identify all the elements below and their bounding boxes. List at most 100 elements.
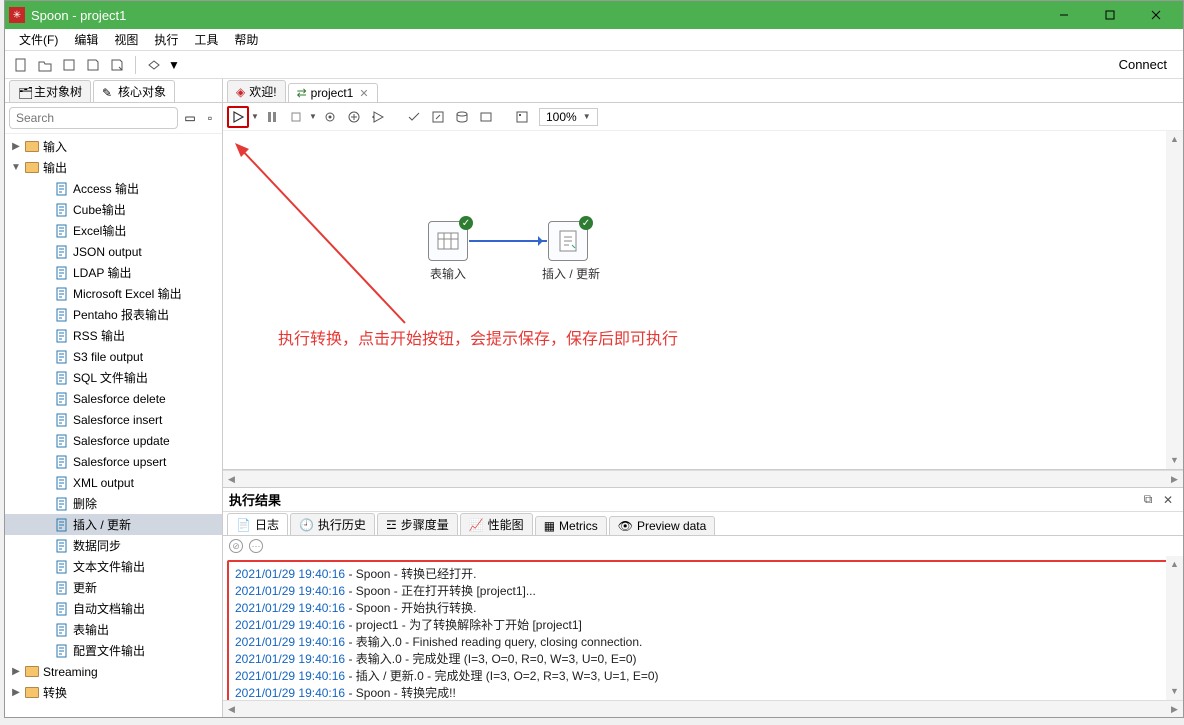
menu-view[interactable]: 视图 — [106, 31, 146, 48]
step-label-insert-update: 插入 / 更新 — [531, 265, 611, 282]
tree-item[interactable]: 自动文档输出 — [5, 598, 222, 619]
tree-item[interactable]: RSS 输出 — [5, 325, 222, 346]
tree-item[interactable]: Microsoft Excel 输出 — [5, 283, 222, 304]
verify-button[interactable] — [403, 106, 425, 128]
main-toolbar: ▼ Connect — [5, 51, 1183, 79]
log-hscroll[interactable]: ◀▶ — [223, 700, 1183, 717]
rtab-step-metrics[interactable]: ☲步骤度量 — [377, 513, 458, 535]
sidebar: 🗂主对象树 ✎核心对象 ▭ ▫ ▶输入▼输出Access 输出Cube输出Exc… — [5, 79, 223, 717]
tree-item[interactable]: 插入 / 更新 — [5, 514, 222, 535]
tree-item[interactable]: 删除 — [5, 493, 222, 514]
run-button[interactable] — [227, 106, 249, 128]
close-results-icon[interactable]: ✕ — [1159, 491, 1177, 509]
results-tabs: 📄日志 🕘执行历史 ☲步骤度量 📈性能图 ▦Metrics 👁Preview d… — [223, 512, 1183, 536]
app-icon: ✳ — [9, 7, 25, 23]
log-line: 2021/01/29 19:40:16 - Spoon - 开始执行转换. — [235, 600, 1171, 617]
tree-item[interactable]: 数据同步 — [5, 535, 222, 556]
run-dropdown[interactable]: ▼ — [251, 112, 259, 121]
tree-folder-streaming[interactable]: ▶Streaming — [5, 661, 222, 682]
sql-button[interactable] — [451, 106, 473, 128]
tree-folder-output[interactable]: ▼输出 — [5, 157, 222, 178]
menu-file[interactable]: 文件(F) — [11, 31, 66, 48]
stop-button[interactable] — [285, 106, 307, 128]
folder-icon — [25, 141, 39, 152]
tree-item[interactable]: Salesforce delete — [5, 388, 222, 409]
tab-welcome[interactable]: ◈欢迎! — [227, 80, 286, 102]
tab-core-objects[interactable]: ✎核心对象 — [93, 80, 175, 102]
save-button[interactable] — [83, 55, 103, 75]
explore-button[interactable] — [59, 55, 79, 75]
tree-item[interactable]: 文本文件输出 — [5, 556, 222, 577]
preview-button[interactable] — [319, 106, 341, 128]
rtab-log[interactable]: 📄日志 — [227, 513, 288, 535]
object-tree[interactable]: ▶输入▼输出Access 输出Cube输出Excel输出JSON outputL… — [5, 134, 222, 717]
impact-button[interactable] — [427, 106, 449, 128]
expand-all-button[interactable]: ▭ — [182, 109, 198, 127]
explore-db-button[interactable] — [475, 106, 497, 128]
minimize-button[interactable] — [1041, 1, 1087, 29]
insert-update-icon — [556, 229, 580, 253]
rtab-preview[interactable]: 👁Preview data — [609, 516, 716, 535]
tree-item[interactable]: Access 输出 — [5, 178, 222, 199]
log-settings-button[interactable]: ⋯ — [249, 539, 263, 553]
canvas-vscroll[interactable]: ▲▼ — [1166, 131, 1183, 469]
tree-item[interactable]: Salesforce upsert — [5, 451, 222, 472]
menu-help[interactable]: 帮助 — [226, 31, 266, 48]
maximize-button[interactable] — [1087, 1, 1133, 29]
tree-item[interactable]: Salesforce insert — [5, 409, 222, 430]
tree-item[interactable]: SQL 文件输出 — [5, 367, 222, 388]
saveas-button[interactable] — [107, 55, 127, 75]
tab-main-tree[interactable]: 🗂主对象树 — [9, 80, 91, 102]
step-insert-update[interactable]: ✓ — [548, 221, 588, 261]
debug-button[interactable] — [343, 106, 365, 128]
log-vscroll[interactable]: ▲▼ — [1166, 556, 1183, 700]
log-line: 2021/01/29 19:40:16 - 插入 / 更新.0 - 完成处理 (… — [235, 668, 1171, 685]
perspective-button[interactable] — [144, 55, 164, 75]
menu-edit[interactable]: 编辑 — [66, 31, 106, 48]
new-file-button[interactable] — [11, 55, 31, 75]
close-button[interactable] — [1133, 1, 1179, 29]
close-tab-icon[interactable]: ✕ — [359, 87, 368, 100]
tree-item[interactable]: Cube输出 — [5, 199, 222, 220]
menu-tools[interactable]: 工具 — [186, 31, 226, 48]
tree-item[interactable]: JSON output — [5, 241, 222, 262]
connect-button[interactable]: Connect — [1109, 57, 1177, 72]
tree-item[interactable]: Pentaho 报表输出 — [5, 304, 222, 325]
tree-item[interactable]: 更新 — [5, 577, 222, 598]
open-button[interactable] — [35, 55, 55, 75]
sidebar-tabs: 🗂主对象树 ✎核心对象 — [5, 79, 222, 103]
step-icon — [55, 581, 69, 595]
rtab-metrics[interactable]: ▦Metrics — [535, 516, 607, 535]
rtab-perf[interactable]: 📈性能图 — [460, 513, 533, 535]
tree-item[interactable]: S3 file output — [5, 346, 222, 367]
tree-folder-transform[interactable]: ▶转换 — [5, 682, 222, 703]
log-body[interactable]: 2021/01/29 19:40:16 - Spoon - 转换已经打开.202… — [223, 556, 1183, 700]
step-icon — [55, 518, 69, 532]
chart-icon: 📈 — [469, 518, 484, 532]
tab-project1[interactable]: ⇄project1✕ — [288, 83, 378, 102]
step-icon — [55, 224, 69, 238]
detach-icon[interactable]: ⧉ — [1139, 491, 1157, 509]
tree-item[interactable]: Excel输出 — [5, 220, 222, 241]
replay-button[interactable] — [367, 106, 389, 128]
pause-button[interactable] — [261, 106, 283, 128]
rtab-history[interactable]: 🕘执行历史 — [290, 513, 375, 535]
tree-item[interactable]: 配置文件输出 — [5, 640, 222, 661]
hop-arrow[interactable] — [469, 240, 547, 242]
tree-folder-input[interactable]: ▶输入 — [5, 136, 222, 157]
zoom-select[interactable]: 100%▼ — [539, 108, 598, 126]
show-results-button[interactable] — [511, 106, 533, 128]
menu-run[interactable]: 执行 — [146, 31, 186, 48]
search-input[interactable] — [9, 107, 178, 129]
tree-item[interactable]: XML output — [5, 472, 222, 493]
tree-item[interactable]: LDAP 输出 — [5, 262, 222, 283]
canvas-hscroll[interactable]: ◀▶ — [223, 470, 1183, 487]
canvas[interactable]: ✓ 表输入 ✓ 插入 / 更新 执行转换，点击开始按钮，会提示保存，保存后即可执… — [223, 131, 1183, 470]
step-icon — [55, 182, 69, 196]
tree-item[interactable]: Salesforce update — [5, 430, 222, 451]
collapse-all-button[interactable]: ▫ — [202, 109, 218, 127]
clear-log-button[interactable]: ⊘ — [229, 539, 243, 553]
perspective-dropdown[interactable]: ▼ — [168, 58, 180, 72]
stop-dropdown[interactable]: ▼ — [309, 112, 317, 121]
tree-item[interactable]: 表输出 — [5, 619, 222, 640]
